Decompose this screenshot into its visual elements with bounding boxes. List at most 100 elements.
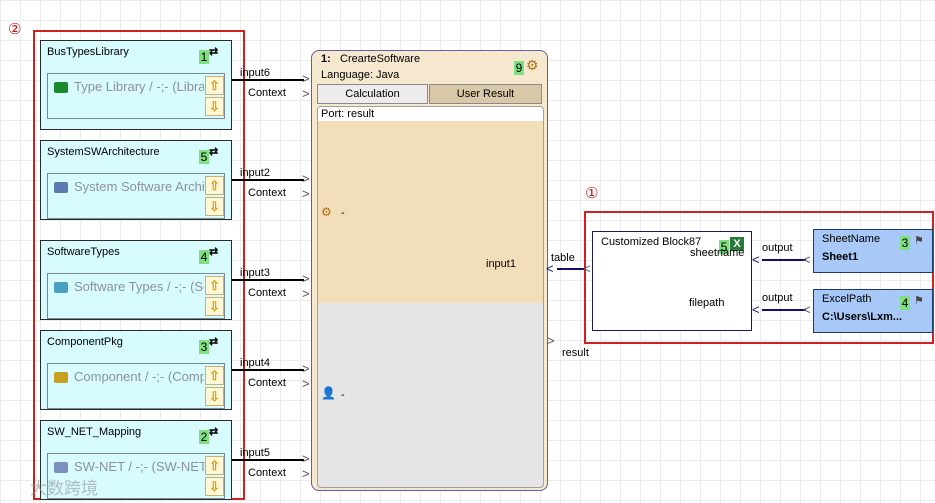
output-label-2: output bbox=[762, 292, 793, 304]
param-block-excelpath[interactable]: ExcelPath C:\Users\Lxm... 4 ⚑ bbox=[813, 289, 933, 333]
output-arrow-icon: < bbox=[752, 302, 760, 317]
table-port-icon: < bbox=[583, 261, 591, 276]
connector-arrow-icon: > bbox=[302, 376, 310, 391]
sheetname-port-label: sheetname bbox=[690, 247, 745, 259]
port-label-input2: input2 bbox=[240, 167, 270, 179]
table-label: table bbox=[551, 252, 575, 264]
source-title: SystemSWArchitecture bbox=[47, 146, 160, 158]
gears-calc-icon[interactable]: ⚙ bbox=[526, 57, 539, 74]
source-inner-field[interactable]: Type Library / -;- (Library) ⇧ ⇩ bbox=[47, 73, 225, 119]
output-arrow-icon: < bbox=[752, 252, 760, 267]
connector-arrow-icon: > bbox=[302, 466, 310, 481]
param-badge: 3 bbox=[900, 236, 910, 250]
context-label: Context bbox=[248, 377, 286, 389]
arrow-up-icon[interactable]: ⇧ bbox=[205, 176, 224, 195]
swap-icon[interactable]: ⇄ bbox=[209, 245, 218, 258]
output-connector-line-2 bbox=[762, 309, 806, 311]
output-label-1: output bbox=[762, 242, 793, 254]
context-label: Context bbox=[248, 187, 286, 199]
user-dash: - bbox=[341, 389, 345, 401]
block-badge: 9 bbox=[514, 61, 524, 75]
tab-calculation[interactable]: Calculation bbox=[317, 84, 428, 104]
arrow-up-icon[interactable]: ⇧ bbox=[205, 76, 224, 95]
source-inner-field[interactable]: Software Types / -;- (Software Types) ⇧ … bbox=[47, 273, 225, 319]
param-value: C:\Users\Lxm... bbox=[822, 311, 903, 323]
arrow-down-icon[interactable]: ⇩ bbox=[205, 387, 224, 406]
table-arrow-icon: < bbox=[546, 261, 554, 276]
arrow-down-icon[interactable]: ⇩ bbox=[205, 197, 224, 216]
connector-line bbox=[232, 179, 304, 181]
port-label-input5: input5 bbox=[240, 447, 270, 459]
source-badge: 5 bbox=[199, 150, 209, 164]
output-port-icon: < bbox=[803, 302, 811, 317]
source-block-componentpkg[interactable]: ComponentPkg 3 ⇄ Component / -;- (Compon… bbox=[40, 330, 232, 410]
port-label-input3: input3 bbox=[240, 267, 270, 279]
context-label: Context bbox=[248, 287, 286, 299]
mapping-icon bbox=[54, 462, 68, 473]
source-title: ComponentPkg bbox=[47, 336, 123, 348]
connector-line bbox=[232, 279, 304, 281]
arrow-down-icon[interactable]: ⇩ bbox=[205, 97, 224, 116]
swap-icon[interactable]: ⇄ bbox=[209, 145, 218, 158]
calc-dash: - bbox=[341, 207, 345, 219]
architecture-icon bbox=[54, 182, 68, 193]
flag-icon[interactable]: ⚑ bbox=[914, 294, 924, 307]
connector-arrow-icon: > bbox=[302, 86, 310, 101]
source-inner-text: System Software Architecture bbox=[74, 179, 204, 194]
source-inner-text: SW-NET / -;- (SW-NET:Mapping) bbox=[74, 459, 204, 474]
tab-user-result[interactable]: User Result bbox=[429, 84, 542, 104]
block-title: CrearteSoftware bbox=[340, 53, 421, 65]
connector-arrow-icon: > bbox=[302, 451, 310, 466]
port-label-input4: input4 bbox=[240, 357, 270, 369]
source-badge: 3 bbox=[199, 340, 209, 354]
marker-two: ② bbox=[8, 20, 22, 38]
connector-line bbox=[232, 459, 304, 461]
connector-arrow-icon: > bbox=[302, 186, 310, 201]
marker-one: ① bbox=[585, 184, 599, 202]
source-title: SW_NET_Mapping bbox=[47, 426, 142, 438]
source-inner-text: Software Types / -;- (Software Types) bbox=[74, 279, 204, 294]
source-block-softwaretypes[interactable]: SoftwareTypes 4 ⇄ Software Types / -;- (… bbox=[40, 240, 232, 320]
port-result-label: Port: result bbox=[321, 108, 375, 120]
arrow-up-icon[interactable]: ⇧ bbox=[205, 276, 224, 295]
param-title: ExcelPath bbox=[822, 293, 872, 305]
source-block-bustypeslibrary[interactable]: BusTypesLibrary 1 ⇄ Type Library / -;- (… bbox=[40, 40, 232, 130]
swap-icon[interactable]: ⇄ bbox=[209, 45, 218, 58]
connector-arrow-icon: > bbox=[302, 171, 310, 186]
param-title: SheetName bbox=[822, 233, 881, 245]
arrow-down-icon[interactable]: ⇩ bbox=[205, 477, 224, 496]
arrow-down-icon[interactable]: ⇩ bbox=[205, 297, 224, 316]
source-inner-field[interactable]: Component / -;- (Component) ⇧ ⇩ bbox=[47, 363, 225, 409]
script-block-crearte-software[interactable]: 1: CrearteSoftware Language: Java 9 ⚙ Ca… bbox=[311, 50, 548, 491]
connector-arrow-icon: > bbox=[302, 361, 310, 376]
calc-area bbox=[318, 121, 543, 303]
port-label-input6: input6 bbox=[240, 67, 270, 79]
arrow-up-icon[interactable]: ⇧ bbox=[205, 366, 224, 385]
result-panel: Port: result ⚙ - input1 👤 - bbox=[317, 106, 544, 488]
connector-arrow-icon: > bbox=[302, 71, 310, 86]
source-inner-text: Component / -;- (Component) bbox=[74, 369, 204, 384]
component-icon bbox=[54, 372, 68, 383]
source-block-systemswarchitecture[interactable]: SystemSWArchitecture 5 ⇄ System Software… bbox=[40, 140, 232, 220]
output-port-icon: < bbox=[803, 252, 811, 267]
connector-arrow-icon: > bbox=[302, 271, 310, 286]
param-block-sheetname[interactable]: SheetName Sheet1 3 ⚑ bbox=[813, 229, 933, 273]
customized-block[interactable]: Customized Block87 5 X sheetname filepat… bbox=[592, 231, 752, 331]
source-inner-field[interactable]: System Software Architecture ⇧ ⇩ bbox=[47, 173, 225, 219]
arrow-up-icon[interactable]: ⇧ bbox=[205, 456, 224, 475]
swap-icon[interactable]: ⇄ bbox=[209, 425, 218, 438]
source-badge: 1 bbox=[199, 50, 209, 64]
source-title: BusTypesLibrary bbox=[47, 46, 129, 58]
table-connector-line bbox=[557, 268, 584, 270]
result-label: result bbox=[562, 347, 589, 359]
flag-icon[interactable]: ⚑ bbox=[914, 234, 924, 247]
context-label: Context bbox=[248, 467, 286, 479]
swap-icon[interactable]: ⇄ bbox=[209, 335, 218, 348]
input1-label: input1 bbox=[486, 258, 516, 270]
connector-arrow-icon: > bbox=[302, 286, 310, 301]
watermark: 大数跨境 bbox=[30, 479, 98, 499]
source-badge: 4 bbox=[199, 250, 209, 264]
param-value: Sheet1 bbox=[822, 251, 859, 263]
source-inner-text: Type Library / -;- (Library) bbox=[74, 79, 204, 94]
source-badge: 2 bbox=[199, 430, 209, 444]
